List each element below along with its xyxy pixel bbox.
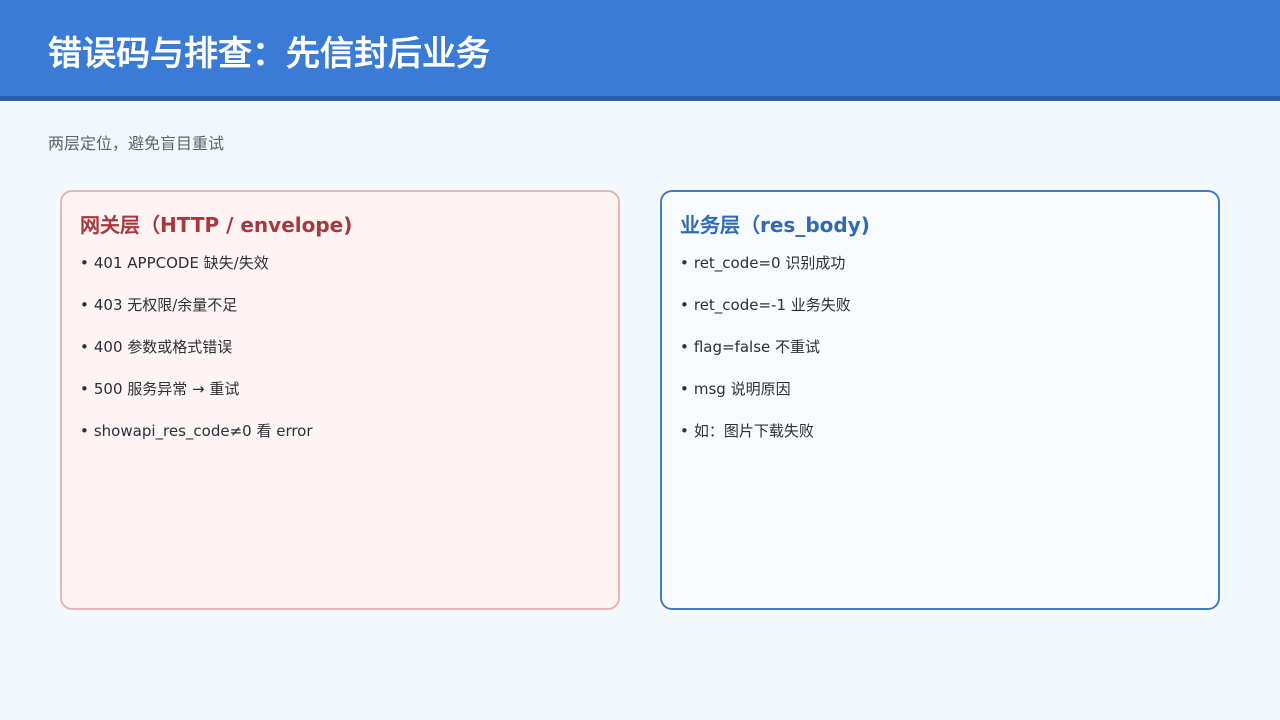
bullet-icon: •: [80, 380, 89, 398]
list-item-text: msg 说明原因: [693, 380, 791, 398]
list-item-text: 400 参数或格式错误: [93, 338, 233, 356]
business-layer-card: 业务层（res_body) • ret_code=0 识别成功 • ret_code…: [660, 190, 1220, 610]
list-item: • ret_code=0 识别成功: [680, 252, 851, 274]
list-item: • flag=false 不重试: [680, 336, 851, 358]
page-subtitle: 两层定位，避免盲目重试: [48, 134, 225, 153]
bullet-icon: •: [80, 254, 89, 272]
list-item: • showapi_res_code≠0 看 error: [80, 420, 313, 442]
list-item-text: showapi_res_code≠0 看 error: [93, 422, 313, 440]
list-item: • 403 无权限/余量不足: [80, 294, 313, 316]
list-item-text: flag=false 不重试: [693, 338, 821, 356]
business-layer-title: 业务层（res_body): [680, 213, 870, 237]
bullet-icon: •: [80, 338, 89, 356]
page-title: 错误码与排查：先信封后业务: [48, 34, 490, 74]
list-item: • 401 APPCODE 缺失/失效: [80, 252, 313, 274]
bullet-icon: •: [680, 254, 689, 272]
list-item: • 500 服务异常 → 重试: [80, 378, 313, 400]
list-item-text: 401 APPCODE 缺失/失效: [93, 254, 269, 272]
bullet-icon: •: [680, 296, 689, 314]
list-item-text: 403 无权限/余量不足: [93, 296, 238, 314]
bullet-icon: •: [680, 422, 689, 440]
list-item: • 400 参数或格式错误: [80, 336, 313, 358]
bullet-icon: •: [680, 338, 689, 356]
gateway-layer-list: • 401 APPCODE 缺失/失效 • 403 无权限/余量不足 • 400 参数…: [80, 252, 313, 462]
bullet-icon: •: [80, 296, 89, 314]
header-bar: 错误码与排查：先信封后业务: [0, 0, 1280, 101]
list-item: • ret_code=-1 业务失败: [680, 294, 851, 316]
list-item-text: 500 服务异常 → 重试: [93, 380, 240, 398]
business-layer-list: • ret_code=0 识别成功 • ret_code=-1 业务失败 • flag…: [680, 252, 851, 462]
list-item-text: ret_code=-1 业务失败: [693, 296, 851, 314]
list-item: • msg 说明原因: [680, 378, 851, 400]
list-item: • 如：图片下载失败: [680, 420, 851, 442]
list-item-text: ret_code=0 识别成功: [693, 254, 846, 272]
bullet-icon: •: [80, 422, 89, 440]
list-item-text: 如：图片下载失败: [693, 422, 814, 440]
bullet-icon: •: [680, 380, 689, 398]
gateway-layer-card: 网关层（HTTP / envelope) • 401 APPCODE 缺失/失效 …: [60, 190, 620, 610]
gateway-layer-title: 网关层（HTTP / envelope): [80, 213, 353, 237]
